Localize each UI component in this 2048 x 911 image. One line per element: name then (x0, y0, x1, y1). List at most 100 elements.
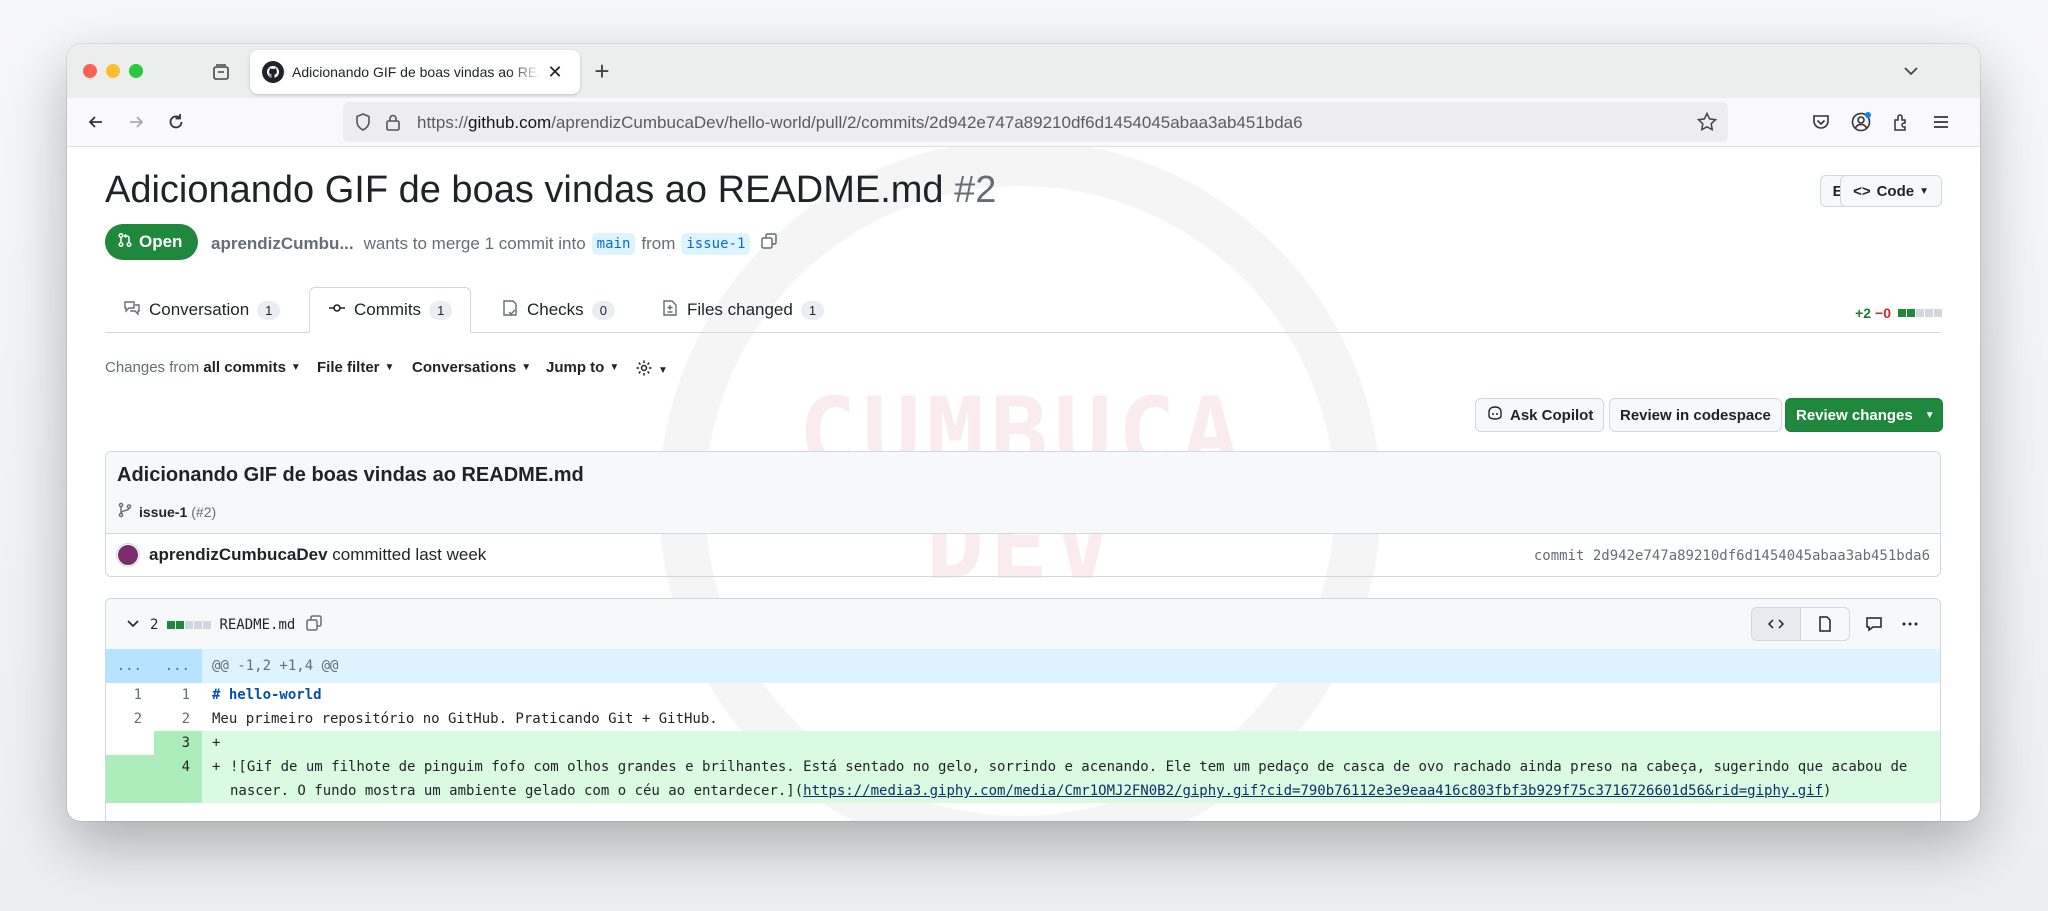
commit-branch: issue-1 (#2) (117, 502, 216, 521)
tab-groups-icon[interactable] (207, 58, 235, 86)
commit-author-row: aprendizCumbucaDev committed last week (117, 544, 486, 566)
diffstat-block-neutral (1925, 309, 1933, 317)
review-in-codespace-button[interactable]: Review in codespace (1609, 398, 1782, 432)
diffstat-block-neutral (194, 621, 203, 629)
status-badge: Open (105, 224, 199, 260)
tab-label: Files changed (687, 300, 793, 319)
menu-hamburger-icon[interactable] (1927, 108, 1955, 136)
merge-text: wants to merge 1 commit into (363, 233, 586, 253)
old-line-number[interactable]: 2 (106, 707, 154, 731)
review-changes-label: Review changes (1796, 406, 1913, 424)
from-text: from (641, 233, 676, 253)
file-name[interactable]: README.md (219, 617, 295, 633)
chevron-down-icon: ▼ (384, 362, 395, 373)
commit-author-link[interactable]: aprendizCumbucaDev (149, 545, 328, 565)
copy-path-icon[interactable] (305, 614, 323, 636)
github-page: CUMBUCA DEV Adicionando GIF de boas vind… (67, 147, 1980, 821)
browser-window: Adicionando GIF de boas vindas ao README… (67, 44, 1980, 821)
tab-label: Checks (527, 300, 584, 319)
ask-copilot-button[interactable]: Ask Copilot (1475, 398, 1605, 432)
review-changes-button[interactable]: Review changes ▼ (1785, 398, 1943, 432)
chevron-down-icon: ▼ (609, 362, 620, 373)
jump-to-dropdown[interactable]: Jump to ▼ (546, 359, 619, 376)
bookmark-star-icon[interactable] (1696, 111, 1718, 138)
tab-counter: 0 (591, 300, 615, 320)
chevron-down-icon: ▼ (658, 364, 668, 376)
commit-branch-link[interactable]: issue-1 (139, 504, 187, 520)
diffstat-block-neutral (185, 621, 194, 629)
pocket-icon[interactable] (1807, 108, 1835, 136)
list-tabs-icon[interactable] (1898, 58, 1924, 84)
comment-icon[interactable] (1856, 608, 1892, 640)
commit-pr-ref[interactable]: (#2) (191, 504, 216, 520)
tab-counter: 1 (800, 300, 825, 320)
changes-from-dropdown[interactable]: Changes from all commits ▼ (105, 359, 301, 376)
file-diff-icon (661, 299, 679, 322)
maximize-window-button[interactable] (129, 64, 143, 78)
diff-line-content: # hello-world (202, 683, 1940, 707)
diffstat-block-added (167, 621, 176, 629)
tab-checks[interactable]: Checks 0 (483, 287, 633, 333)
file-filter-dropdown[interactable]: File filter ▼ (317, 359, 394, 376)
diffstat-block-neutral (203, 621, 212, 629)
ask-copilot-label: Ask Copilot (1510, 406, 1594, 424)
hunk-header-row: ... ... @@ -1,2 +1,4 @@ (106, 649, 1940, 683)
conversations-label: Conversations (412, 359, 517, 376)
reload-icon[interactable] (162, 108, 190, 136)
conversations-dropdown[interactable]: Conversations ▼ (412, 359, 531, 376)
code-button[interactable]: <> Code ▼ (1840, 175, 1942, 207)
new-tab-button[interactable]: + (587, 56, 617, 86)
pr-author-link[interactable]: aprendizCumbu... (211, 234, 354, 254)
tab-commits[interactable]: Commits 1 (309, 287, 472, 333)
diffstat-block-added (1907, 309, 1915, 317)
chevron-down-icon[interactable] (126, 616, 140, 634)
copy-icon[interactable] (760, 232, 778, 255)
head-branch-link[interactable]: issue-1 (681, 232, 751, 255)
line-text: # hello-world (212, 687, 322, 703)
browser-tab[interactable]: Adicionando GIF de boas vindas ao README… (250, 50, 580, 94)
new-line-number[interactable]: 3 (154, 731, 202, 755)
account-icon[interactable] (1847, 108, 1875, 136)
additions-count: +2 (1855, 305, 1872, 321)
extensions-icon[interactable] (1887, 108, 1915, 136)
url-bar[interactable]: https://github.com/aprendizCumbucaDev/he… (343, 102, 1728, 142)
kebab-menu-icon[interactable] (1892, 608, 1928, 640)
diff-settings-dropdown[interactable]: ▼ (635, 359, 668, 381)
lock-icon[interactable] (383, 112, 403, 137)
minimize-window-button[interactable] (106, 64, 120, 78)
commit-summary: Adicionando GIF de boas vindas ao README… (105, 451, 1941, 577)
rich-diff-icon[interactable] (1801, 608, 1849, 640)
avatar[interactable] (117, 544, 139, 566)
expand-up-icon[interactable]: ... (106, 649, 154, 683)
new-line-number[interactable]: 1 (154, 683, 202, 707)
source-diff-icon[interactable] (1752, 608, 1801, 640)
commit-header: Adicionando GIF de boas vindas ao README… (106, 452, 1940, 534)
changes-from-label: Changes from (105, 359, 200, 376)
file-change-count: 2 (150, 617, 159, 633)
tab-close-icon[interactable]: ✕ (544, 62, 566, 83)
view-toggle (1751, 607, 1850, 641)
tracking-shield-icon[interactable] (353, 112, 373, 137)
new-line-number[interactable]: 2 (154, 707, 202, 731)
forward-arrow-icon[interactable] (122, 108, 150, 136)
diff-row: 1 1 # hello-world (106, 683, 1940, 707)
back-arrow-icon[interactable] (82, 108, 110, 136)
expand-down-icon[interactable]: ... (154, 649, 202, 683)
line-tail: ) (1823, 783, 1832, 799)
hunk-header: @@ -1,2 +1,4 @@ (212, 658, 339, 674)
deletions-count: −0 (1875, 305, 1891, 321)
chevron-down-icon: ▼ (521, 362, 532, 373)
old-line-number[interactable]: 1 (106, 683, 154, 707)
git-commit-icon (328, 299, 346, 322)
base-branch-link[interactable]: main (591, 232, 636, 255)
gif-url-link[interactable]: https://media3.giphy.com/media/Cmr1OMJ2F… (803, 783, 1823, 799)
new-line-number[interactable]: 4 (154, 755, 202, 803)
tab-label: Commits (354, 300, 422, 319)
close-window-button[interactable] (83, 64, 97, 78)
tab-conversation[interactable]: Conversation 1 (105, 287, 298, 333)
line-text: Meu primeiro repositório no GitHub. Prat… (212, 711, 718, 727)
diff-line-content: + (202, 731, 1940, 755)
tab-files-changed[interactable]: Files changed 1 (643, 287, 842, 333)
changes-from-value: all commits (203, 359, 286, 376)
diffstat-block-neutral (1934, 309, 1942, 317)
